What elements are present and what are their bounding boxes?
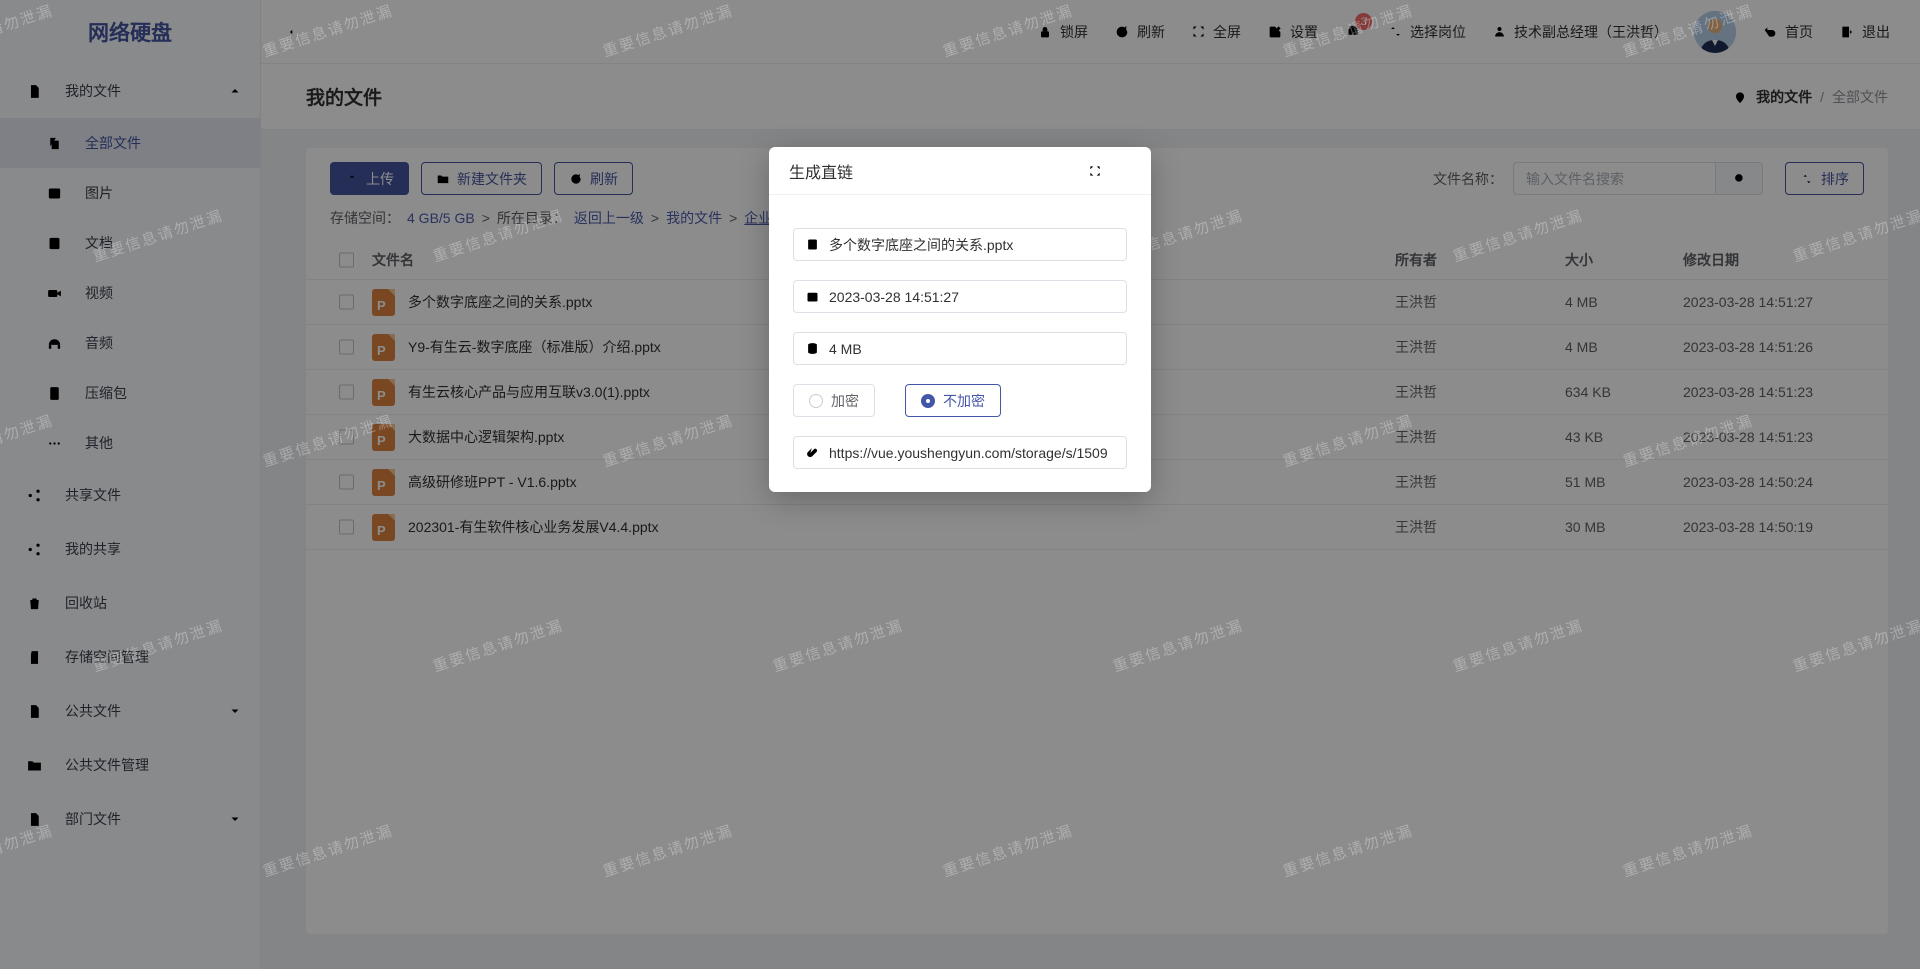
calendar-icon: [805, 289, 820, 304]
modified-date-field[interactable]: 2023-03-28 14:51:27: [793, 280, 1127, 313]
maximize-dialog-icon[interactable]: [1088, 164, 1102, 178]
document-icon: [805, 237, 820, 252]
radio-label: 加密: [831, 391, 859, 411]
file-name-field[interactable]: 多个数字底座之间的关系.pptx: [793, 228, 1127, 261]
encrypt-radio[interactable]: 加密: [793, 384, 875, 417]
direct-link-field[interactable]: https://vue.youshengyun.com/storage/s/15…: [793, 436, 1127, 469]
encryption-options: 加密 不加密: [793, 384, 1127, 417]
direct-link-value: https://vue.youshengyun.com/storage/s/15…: [829, 445, 1108, 461]
radio-circle-icon: [809, 394, 823, 408]
paperclip-icon: [805, 445, 820, 460]
file-size-value: 4 MB: [829, 341, 862, 357]
generate-link-dialog: 生成直链 多个数字底座之间的关系.pptx 2023-03-28 14:51:2…: [769, 147, 1151, 492]
no-encrypt-radio[interactable]: 不加密: [905, 384, 1001, 417]
close-dialog-icon[interactable]: [1116, 163, 1131, 178]
dialog-title: 生成直链: [789, 159, 853, 183]
dialog-header: 生成直链: [769, 147, 1151, 195]
modified-date-value: 2023-03-28 14:51:27: [829, 289, 959, 305]
radio-label: 不加密: [943, 391, 985, 411]
file-size-field[interactable]: 4 MB: [793, 332, 1127, 365]
dialog-body: 多个数字底座之间的关系.pptx 2023-03-28 14:51:27 4 M…: [769, 195, 1151, 469]
radio-circle-icon: [921, 394, 935, 408]
database-icon: [805, 341, 820, 356]
app-root: 网络硬盘 我的文件 全部文件 图片 文档 视频 音频 压缩包: [0, 0, 1920, 969]
file-name-value: 多个数字底座之间的关系.pptx: [829, 235, 1013, 255]
